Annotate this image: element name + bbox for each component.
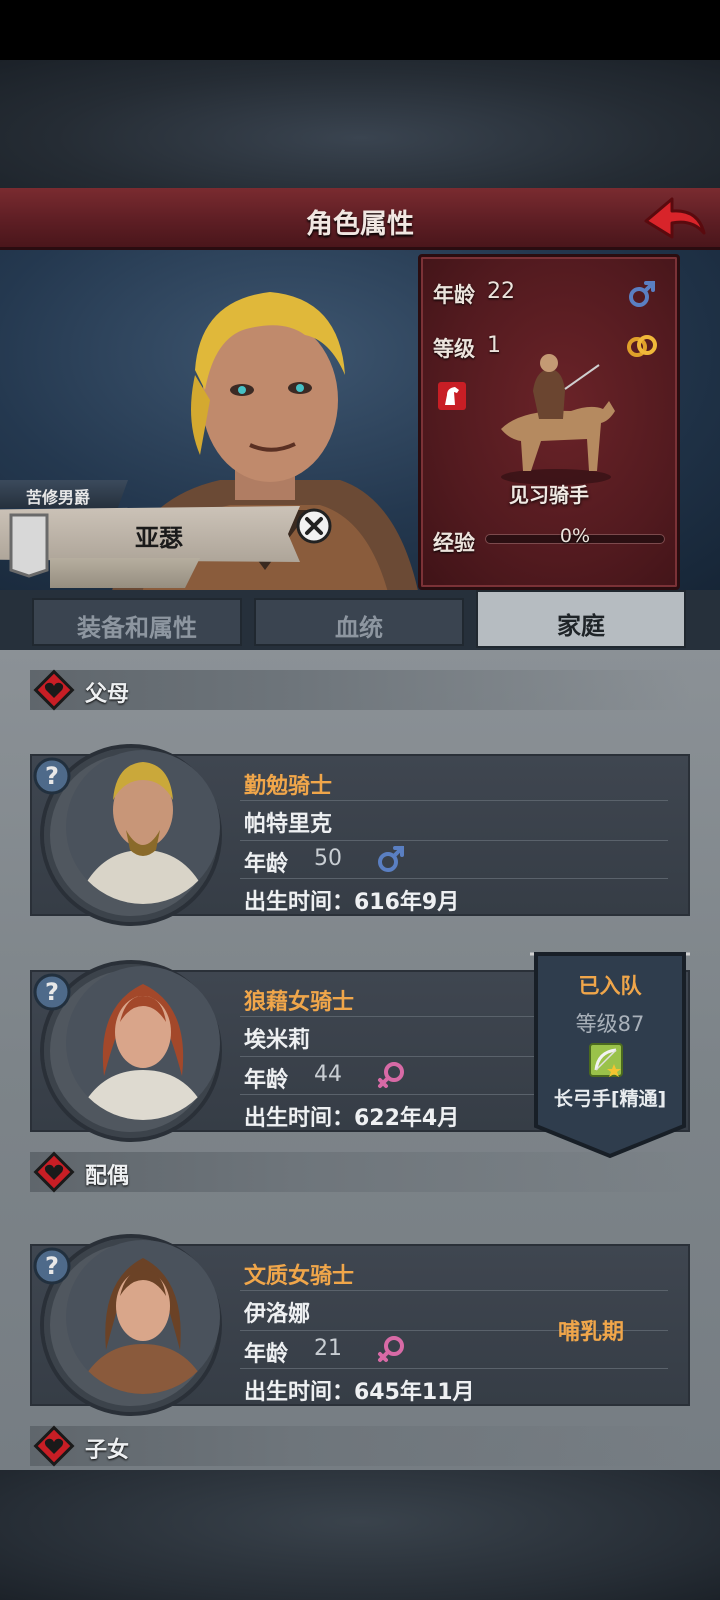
section-header-children: 子女 bbox=[30, 1425, 690, 1467]
help-icon[interactable]: ? bbox=[32, 972, 72, 1012]
member-card-spouse[interactable]: ? 文质女骑士 伊洛娜 年龄 21 出生时间：645年11月 哺乳期 bbox=[30, 1234, 690, 1416]
longbow-class-icon bbox=[589, 1043, 623, 1077]
exp-progress-bar: 0% bbox=[485, 525, 665, 547]
age-value: 22 bbox=[487, 279, 515, 304]
banner-icon[interactable] bbox=[8, 512, 50, 578]
member-title: 文质女骑士 bbox=[244, 1264, 355, 1289]
party-level: 等级87 bbox=[575, 1012, 645, 1036]
male-icon bbox=[378, 846, 404, 872]
character-attributes-screen: 角色属性 苦修男爵 亚瑟 年龄 22 等级 1 见习骑手 经验 0% 装备和属性… bbox=[0, 0, 720, 1600]
tab-equipment-attributes[interactable]: 装备和属性 bbox=[32, 598, 242, 646]
member-title: 狼藉女骑士 bbox=[244, 990, 355, 1015]
male-icon bbox=[629, 281, 655, 307]
close-icon[interactable] bbox=[296, 508, 332, 544]
section-label-parents: 父母 bbox=[85, 682, 130, 707]
class-name: 见习骑手 bbox=[509, 483, 589, 507]
member-status-badge: 哺乳期 bbox=[558, 1320, 625, 1345]
heart-icon bbox=[33, 669, 75, 711]
avatar-mother bbox=[66, 966, 220, 1120]
stats-panel: 年龄 22 等级 1 见习骑手 经验 0% bbox=[418, 254, 680, 590]
member-name: 伊洛娜 bbox=[244, 1302, 311, 1327]
section-label-children: 子女 bbox=[85, 1438, 130, 1463]
member-title: 勤勉骑士 bbox=[244, 774, 333, 799]
status-bar-area bbox=[0, 0, 720, 60]
hero-name: 亚瑟 bbox=[135, 524, 183, 552]
member-age: 44 bbox=[314, 1062, 342, 1087]
member-name: 埃米莉 bbox=[244, 1028, 311, 1053]
level-label: 等级 bbox=[433, 337, 475, 361]
avatar-father bbox=[66, 750, 220, 904]
party-status: 已入队 bbox=[578, 974, 642, 998]
heart-icon bbox=[33, 1151, 75, 1193]
background-bottom bbox=[0, 1470, 720, 1600]
female-icon bbox=[378, 1062, 404, 1088]
background-top bbox=[0, 60, 720, 190]
svg-text:?: ? bbox=[45, 762, 59, 790]
section-header-parents: 父母 bbox=[30, 669, 690, 711]
tab-bloodline[interactable]: 血统 bbox=[254, 598, 464, 646]
help-icon[interactable]: ? bbox=[32, 756, 72, 796]
class-figure bbox=[501, 354, 615, 485]
member-birth: 出生时间：616年9月 bbox=[244, 890, 460, 915]
member-birth: 出生时间：645年11月 bbox=[244, 1380, 475, 1405]
party-status-banner[interactable]: 已入队 等级87 长弓手[精通] bbox=[530, 948, 690, 1160]
page-title: 角色属性 bbox=[306, 209, 414, 240]
avatar-spouse bbox=[66, 1240, 220, 1394]
tab-family[interactable]: 家庭 bbox=[476, 590, 686, 648]
member-age-label: 年龄 bbox=[244, 1068, 289, 1093]
name-plate-tail bbox=[50, 558, 200, 588]
horse-class-icon bbox=[438, 382, 466, 410]
back-arrow-icon[interactable] bbox=[642, 193, 708, 245]
section-label-spouse: 配偶 bbox=[85, 1164, 130, 1189]
tab-bar: 装备和属性 血统 家庭 bbox=[0, 590, 720, 650]
member-name: 帕特里克 bbox=[244, 812, 333, 837]
help-icon[interactable]: ? bbox=[32, 1246, 72, 1286]
exp-value: 0% bbox=[559, 525, 591, 547]
age-label: 年龄 bbox=[433, 283, 475, 307]
party-class: 长弓手[精通] bbox=[553, 1088, 667, 1110]
heart-icon bbox=[33, 1425, 75, 1467]
member-age: 21 bbox=[314, 1336, 342, 1361]
svg-text:?: ? bbox=[45, 978, 59, 1006]
member-age-label: 年龄 bbox=[244, 1342, 289, 1367]
member-age-label: 年龄 bbox=[244, 852, 289, 877]
hero-title-tag: 苦修男爵 bbox=[0, 480, 128, 508]
female-icon bbox=[378, 1336, 404, 1362]
member-card-father[interactable]: ? 勤勉骑士 帕特里克 年龄 50 出生时间：616年9月 bbox=[30, 744, 690, 926]
exp-label: 经验 bbox=[433, 531, 475, 555]
title-bar: 角色属性 bbox=[0, 188, 720, 250]
member-birth: 出生时间：622年4月 bbox=[244, 1106, 460, 1131]
member-age: 50 bbox=[314, 846, 342, 871]
svg-text:?: ? bbox=[45, 1252, 59, 1280]
